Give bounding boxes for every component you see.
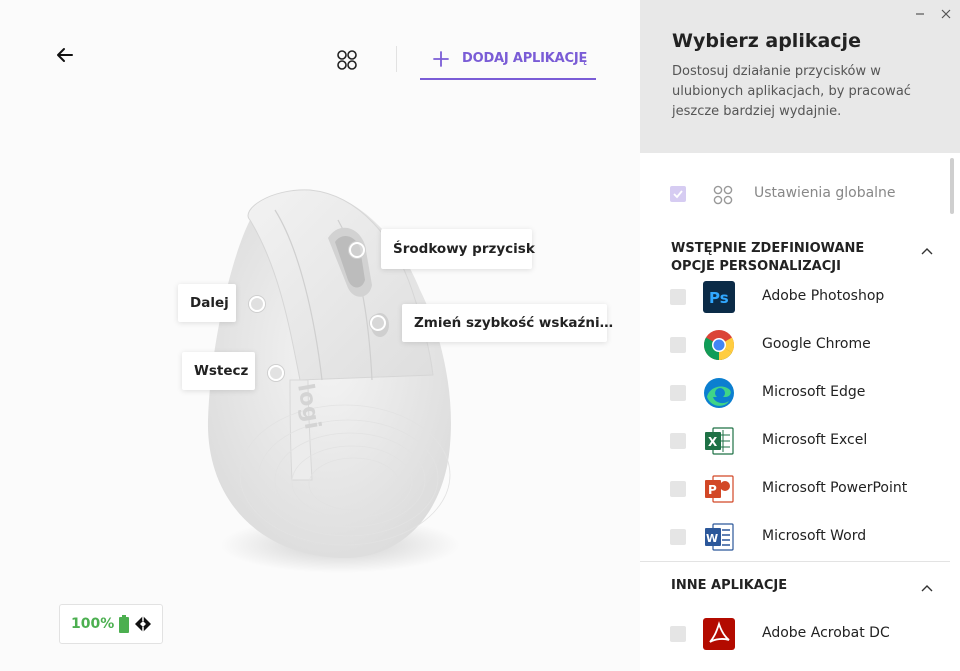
add-application-label: DODAJ APLIKACJĘ <box>462 51 588 66</box>
app-checkbox[interactable] <box>670 481 686 497</box>
global-settings-label: Ustawienia globalne <box>754 185 896 201</box>
minimize-icon[interactable] <box>912 6 928 22</box>
back-arrow-icon[interactable] <box>52 42 78 68</box>
app-name: Microsoft PowerPoint <box>762 480 908 496</box>
battery-status[interactable]: 100% <box>59 604 163 644</box>
app-name: Adobe Acrobat DC <box>762 625 890 641</box>
apps-grid-icon[interactable] <box>334 47 360 73</box>
app-row-word[interactable]: W Microsoft Word <box>640 513 950 561</box>
svg-text:X: X <box>708 435 718 449</box>
active-tab-underline <box>420 78 596 80</box>
app-row-excel[interactable]: X Microsoft Excel <box>640 417 950 465</box>
svg-text:W: W <box>706 532 718 545</box>
section-title-other: INNE APLIKACJE <box>671 578 788 593</box>
panel-title: Wybierz aplikacje <box>672 30 861 52</box>
close-icon[interactable] <box>938 6 954 22</box>
toolbar-divider <box>396 46 397 72</box>
checkmark-icon <box>673 190 683 199</box>
callout-middle-label: Środkowy przycisk <box>393 241 535 257</box>
hotspot-dpi-button[interactable] <box>370 315 386 331</box>
svg-text:Ps: Ps <box>709 289 729 307</box>
app-name: Google Chrome <box>762 336 871 352</box>
app-name: Microsoft Excel <box>762 432 868 448</box>
app-checkbox[interactable] <box>670 529 686 545</box>
apps-grid-icon <box>713 185 733 205</box>
panel-scrollbar[interactable] <box>950 158 954 214</box>
app-checkbox[interactable] <box>670 289 686 305</box>
callout-back-label: Wstecz <box>194 363 249 379</box>
section-title-predefined: WSTĘPNIE ZDEFINIOWANE OPCJE PERSONALIZAC… <box>671 241 865 274</box>
word-icon: W <box>705 523 734 551</box>
callout-dpi-button[interactable]: Zmień szybkość wskaźni… <box>402 304 613 342</box>
chevron-up-icon[interactable] <box>920 583 934 593</box>
photoshop-icon: Ps <box>703 281 735 313</box>
callout-forward-button[interactable]: Dalej <box>178 284 236 322</box>
app-row-photoshop[interactable]: Ps Adobe Photoshop <box>640 273 950 321</box>
receiver-connection-icon <box>135 616 151 632</box>
add-application-button[interactable]: DODAJ APLIKACJĘ <box>420 40 596 80</box>
hotspot-forward-button[interactable] <box>249 296 265 312</box>
panel-header: Wybierz aplikacje Dostosuj działanie prz… <box>640 0 960 153</box>
powerpoint-icon: P <box>705 475 734 503</box>
callout-back-button[interactable]: Wstecz <box>182 352 255 390</box>
callout-forward-label: Dalej <box>190 295 229 311</box>
global-settings-checkbox[interactable] <box>670 186 686 202</box>
callout-middle-button[interactable]: Środkowy przycisk <box>381 229 535 269</box>
device-view: DODAJ APLIKACJĘ logi Środkowy przycisk D… <box>0 0 640 671</box>
chrome-icon <box>703 330 735 361</box>
acrobat-icon <box>703 618 735 650</box>
app-name: Adobe Photoshop <box>762 288 885 304</box>
app-row-acrobat[interactable]: Adobe Acrobat DC <box>640 610 950 658</box>
app-name: Microsoft Edge <box>762 384 866 400</box>
battery-percentage: 100% <box>71 616 115 632</box>
global-settings-row[interactable]: Ustawienia globalne <box>640 170 950 218</box>
hotspot-back-button[interactable] <box>268 365 284 381</box>
plus-icon <box>433 51 449 67</box>
app-checkbox[interactable] <box>670 626 686 642</box>
app-checkbox[interactable] <box>670 337 686 353</box>
svg-text:P: P <box>708 483 717 497</box>
edge-icon <box>704 378 734 408</box>
app-name: Microsoft Word <box>762 528 867 544</box>
app-row-chrome[interactable]: Google Chrome <box>640 321 950 369</box>
app-row-powerpoint[interactable]: P Microsoft PowerPoint <box>640 465 950 513</box>
app-row-edge[interactable]: Microsoft Edge <box>640 369 950 417</box>
hotspot-middle-button[interactable] <box>349 242 365 258</box>
panel-description: Dostosuj działanie przycisków w ulubiony… <box>672 64 911 119</box>
section-divider <box>640 561 950 562</box>
app-selection-panel: Wybierz aplikacje Dostosuj działanie prz… <box>640 0 960 671</box>
excel-icon: X <box>705 427 734 455</box>
callout-dpi-label: Zmień szybkość wskaźni… <box>414 315 614 331</box>
app-checkbox[interactable] <box>670 385 686 401</box>
battery-icon <box>119 615 129 633</box>
app-checkbox[interactable] <box>670 433 686 449</box>
chevron-up-icon[interactable] <box>920 246 934 256</box>
